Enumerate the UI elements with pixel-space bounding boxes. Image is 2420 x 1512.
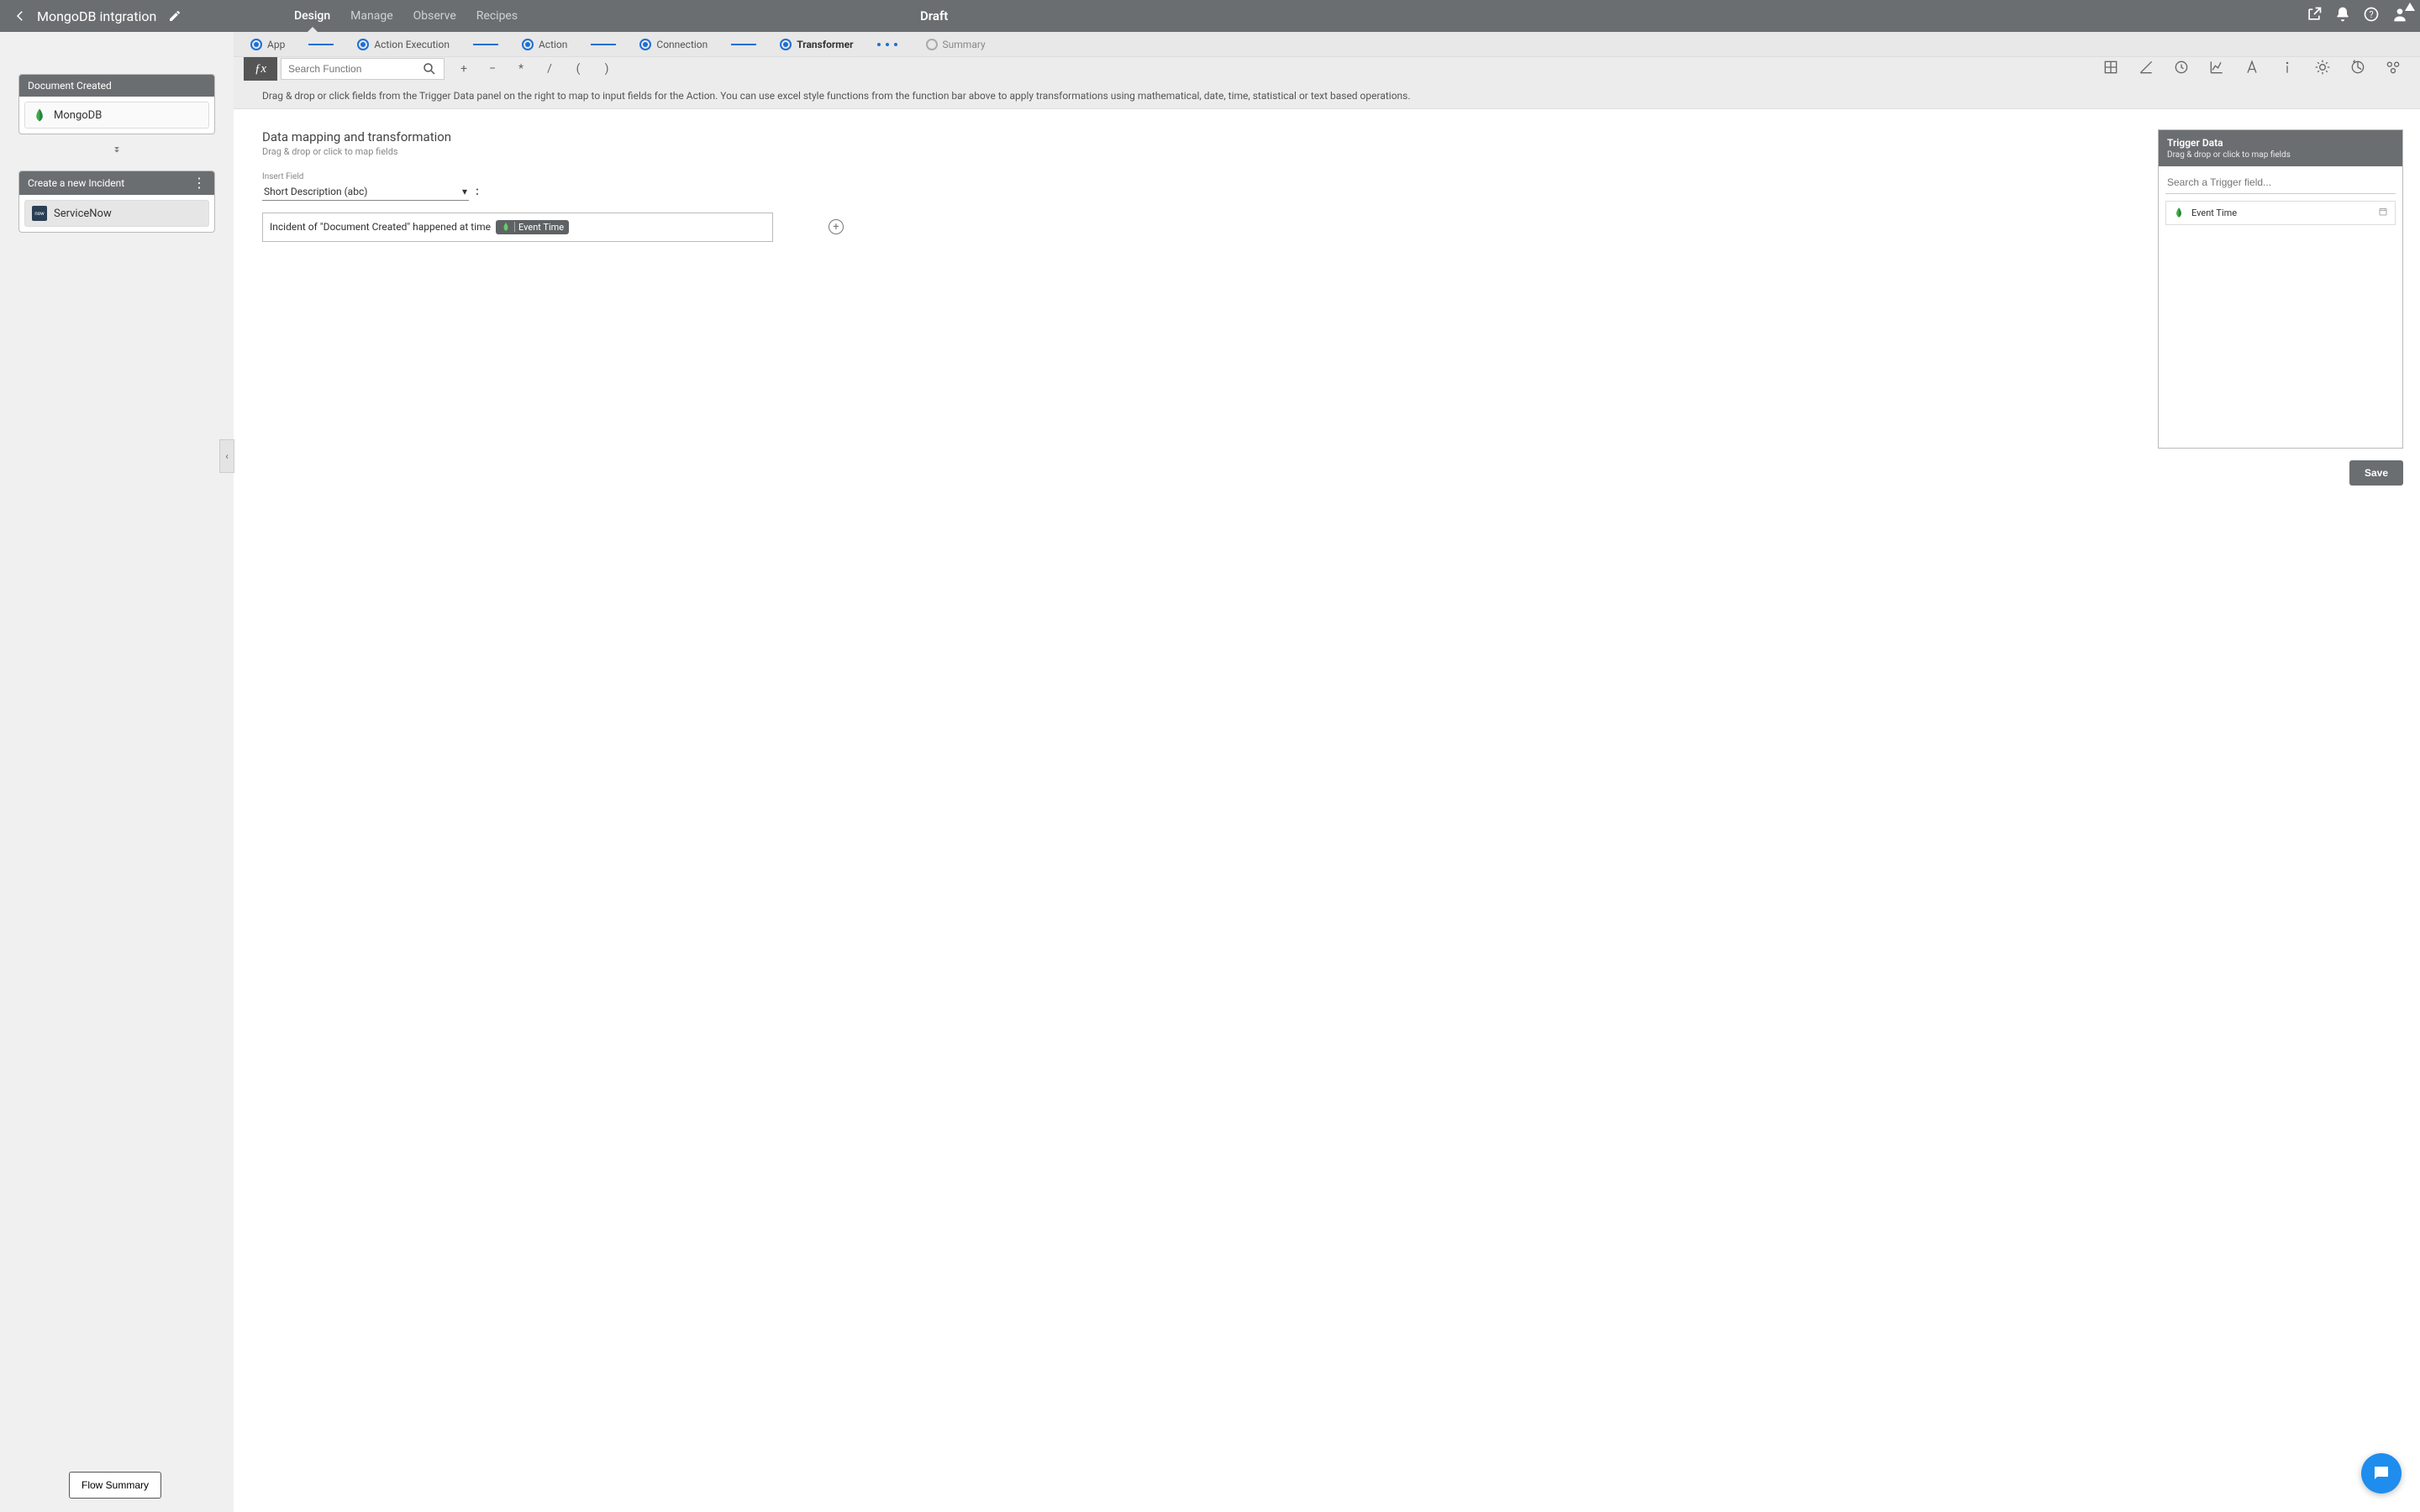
trigger-card-title: Document Created	[28, 80, 112, 92]
tab-recipes[interactable]: Recipes	[476, 1, 518, 31]
step-connector	[308, 44, 334, 45]
trigger-field-item[interactable]: Event Time	[2165, 201, 2396, 225]
servicenow-icon: now	[32, 206, 47, 221]
kebab-icon[interactable]: ⋮	[192, 176, 206, 190]
step-app[interactable]: App	[250, 39, 285, 50]
expression-input[interactable]: Incident of "Document Created" happened …	[262, 213, 773, 242]
step-label: Action Execution	[374, 39, 450, 50]
insert-field-label: Insert Field	[262, 172, 867, 181]
svg-text:?: ?	[2369, 9, 2373, 20]
mongodb-icon	[501, 222, 511, 232]
chat-fab-icon[interactable]	[2361, 1453, 2402, 1494]
math-category-icon[interactable]	[2102, 59, 2119, 79]
help-icon[interactable]: ?	[2363, 6, 2380, 26]
fx-icon: ƒx	[244, 57, 277, 81]
chip-label: Event Time	[518, 222, 564, 233]
mapping-subtitle: Drag & drop or click to map fields	[262, 146, 867, 157]
top-header: MongoDB intgration Design Manage Observe…	[0, 0, 2420, 32]
op-divide[interactable]: /	[544, 62, 555, 76]
action-card-title: Create a new Incident	[28, 177, 124, 189]
step-label: Transformer	[797, 39, 853, 50]
trigger-app-row[interactable]: MongoDB	[24, 102, 209, 129]
convert-category-icon[interactable]	[2349, 59, 2366, 79]
collapse-sidebar-icon[interactable]: ‹	[219, 439, 234, 473]
mapping-column: Data mapping and transformation Drag & d…	[262, 129, 867, 1512]
trigger-search-input[interactable]	[2165, 171, 2396, 193]
trigger-card[interactable]: Document Created MongoDB	[18, 74, 215, 134]
search-icon[interactable]	[422, 61, 437, 76]
step-connector	[473, 44, 498, 45]
logic-category-icon[interactable]	[2314, 59, 2331, 79]
user-icon[interactable]	[2391, 6, 2408, 26]
open-external-icon[interactable]	[2306, 6, 2323, 26]
trigger-panel-subtitle: Drag & drop or click to map fields	[2167, 150, 2394, 160]
back-arrow-icon[interactable]	[12, 8, 29, 24]
mongodb-icon	[32, 108, 47, 123]
action-app-name: ServiceNow	[54, 207, 112, 220]
hint-text: Drag & drop or click fields from the Tri…	[234, 81, 2420, 108]
function-bar: ƒx + − * / ( )	[244, 57, 2410, 81]
add-mapping-icon[interactable]: +	[829, 219, 844, 234]
flow-arrow-icon	[18, 143, 215, 159]
op-paren-close[interactable]: )	[601, 62, 613, 76]
function-search[interactable]	[281, 58, 445, 80]
step-connector-dots	[877, 44, 902, 45]
time-category-icon[interactable]	[2173, 59, 2190, 79]
step-connector	[731, 44, 756, 45]
expression-text: Incident of "Document Created" happened …	[270, 221, 491, 233]
mongodb-icon	[2173, 207, 2185, 218]
info-category-icon[interactable]	[2279, 59, 2296, 79]
op-paren-open[interactable]: (	[572, 62, 584, 76]
stats-category-icon[interactable]	[2208, 59, 2225, 79]
op-minus[interactable]: −	[487, 62, 498, 76]
tab-observe[interactable]: Observe	[413, 1, 456, 31]
flow-sidebar: Document Created MongoDB Create a new In…	[0, 57, 234, 1512]
mapping-title: Data mapping and transformation	[262, 129, 867, 144]
step-label: Action	[539, 39, 567, 50]
step-action-execution[interactable]: Action Execution	[357, 39, 450, 50]
misc-category-icon[interactable]	[2385, 59, 2402, 79]
field-select-value: Short Description (abc)	[264, 186, 367, 197]
angle-category-icon[interactable]	[2138, 59, 2154, 79]
step-label: App	[267, 39, 285, 50]
text-category-icon[interactable]	[2244, 59, 2260, 79]
step-bar: App Action Execution Action Connection T…	[234, 32, 2420, 57]
trigger-panel-title: Trigger Data	[2167, 137, 2394, 149]
edit-icon[interactable]	[168, 9, 182, 23]
save-button[interactable]: Save	[2349, 460, 2403, 486]
flow-summary-button[interactable]: Flow Summary	[69, 1472, 161, 1499]
trigger-app-name: MongoDB	[54, 109, 102, 122]
field-select[interactable]: Short Description (abc) ▾	[262, 183, 469, 201]
op-multiply[interactable]: *	[515, 62, 527, 76]
tab-design[interactable]: Design	[294, 1, 330, 31]
page-title: MongoDB intgration	[37, 8, 156, 24]
step-label: Connection	[656, 39, 708, 50]
trigger-data-panel: Trigger Data Drag & drop or click to map…	[2158, 129, 2403, 449]
step-summary[interactable]: Summary	[926, 39, 986, 50]
header-tabs: Design Manage Observe Recipes	[294, 1, 518, 31]
action-card[interactable]: Create a new Incident ⋮ now ServiceNow	[18, 171, 215, 233]
main-panel: ƒx + − * / ( )	[234, 57, 2420, 1512]
step-connector	[591, 44, 616, 45]
trigger-field-label: Event Time	[2191, 207, 2237, 218]
step-action[interactable]: Action	[522, 39, 567, 50]
tab-manage[interactable]: Manage	[350, 1, 392, 31]
function-search-input[interactable]	[288, 63, 422, 75]
step-connection[interactable]: Connection	[639, 39, 708, 50]
step-transformer[interactable]: Transformer	[780, 39, 853, 50]
status-label: Draft	[920, 8, 948, 24]
chevron-down-icon: ▾	[462, 186, 467, 197]
op-plus[interactable]: +	[458, 62, 470, 76]
action-app-row[interactable]: now ServiceNow	[24, 200, 209, 227]
field-chip-event-time[interactable]: Event Time	[496, 220, 569, 234]
calendar-icon	[2378, 207, 2388, 219]
bell-icon[interactable]	[2334, 6, 2351, 26]
colon-separator: :	[476, 185, 479, 198]
step-label: Summary	[943, 39, 986, 50]
